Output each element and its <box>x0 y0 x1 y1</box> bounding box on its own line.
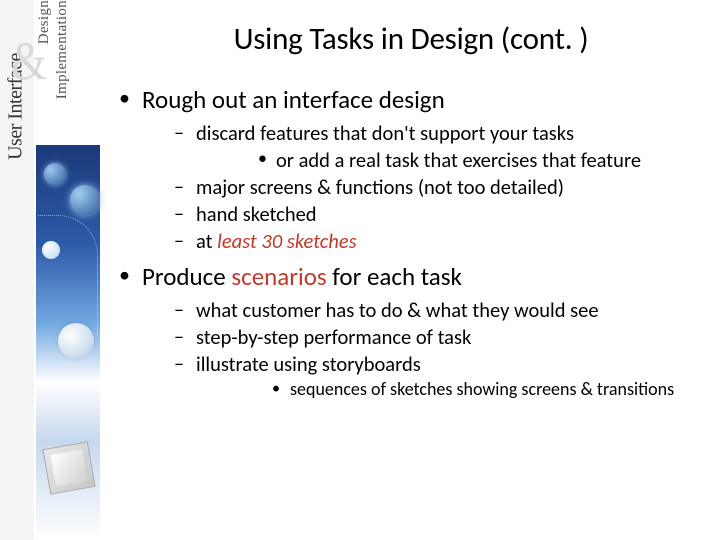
bullet-major-screens: major screens & functions (not too detai… <box>142 174 710 201</box>
bullet-text: discard features that don't support your… <box>196 120 574 146</box>
bullet-produce-scenarios: Produce scenarios for each task what cus… <box>112 261 710 402</box>
bullet-emphasis: least 30 sketches <box>217 228 356 254</box>
sidebar: User Interface & Design Implementation <box>0 0 100 540</box>
orb-icon <box>70 185 100 215</box>
bullet-rough-out: Rough out an interface design discard fe… <box>112 84 710 255</box>
bullet-prefix: Produce <box>142 261 231 292</box>
bullet-emphasis: scenarios <box>231 261 326 292</box>
slide-title: Using Tasks in Design (cont. ) <box>112 20 710 58</box>
sidebar-subtitle-design: Design <box>36 0 53 52</box>
orb-icon <box>44 163 66 185</box>
bullet-text: step-by-step performance of task <box>196 324 471 350</box>
bullet-storyboards: illustrate using storyboards sequences o… <box>142 351 710 402</box>
bullet-customer-see: what customer has to do & what they woul… <box>142 297 710 324</box>
bullet-step-by-step: step-by-step performance of task <box>142 324 710 351</box>
slide: User Interface & Design Implementation U… <box>0 0 720 540</box>
wireframe-arc <box>38 215 98 335</box>
bullet-text: sequences of sketches showing screens & … <box>290 378 674 400</box>
bullet-text: or add a real task that exercises that f… <box>276 147 641 173</box>
bullet-hand-sketched: hand sketched <box>142 201 710 228</box>
orb-icon <box>58 323 94 359</box>
bullet-text: major screens & functions (not too detai… <box>196 174 564 200</box>
bullet-list-level2: discard features that don't support your… <box>142 120 710 255</box>
sidebar-subtitle-impl: Implementation <box>54 0 71 107</box>
bullet-30-sketches: at least 30 sketches <box>142 228 710 255</box>
bullet-sequences: sequences of sketches showing screens & … <box>196 378 710 402</box>
slide-content: Using Tasks in Design (cont. ) Rough out… <box>112 6 710 408</box>
bullet-list-level1: Rough out an interface design discard fe… <box>112 84 710 402</box>
bullet-list-level2: what customer has to do & what they woul… <box>142 297 710 402</box>
bullet-add-real-task: or add a real task that exercises that f… <box>196 147 710 174</box>
bullet-text: what customer has to do & what they woul… <box>196 297 599 323</box>
bullet-suffix: for each task <box>327 261 462 292</box>
bullet-text: Rough out an interface design <box>142 84 445 115</box>
orb-icon <box>42 241 60 259</box>
bullet-list-level3: sequences of sketches showing screens & … <box>196 378 710 402</box>
bullet-discard: discard features that don't support your… <box>142 120 710 174</box>
cube-icon <box>42 441 95 494</box>
bullet-text: hand sketched <box>196 201 317 227</box>
bullet-prefix: at <box>196 228 217 254</box>
bullet-text: illustrate using storyboards <box>196 351 421 377</box>
sidebar-graphic <box>36 145 100 540</box>
bullet-list-level3: or add a real task that exercises that f… <box>196 147 710 174</box>
